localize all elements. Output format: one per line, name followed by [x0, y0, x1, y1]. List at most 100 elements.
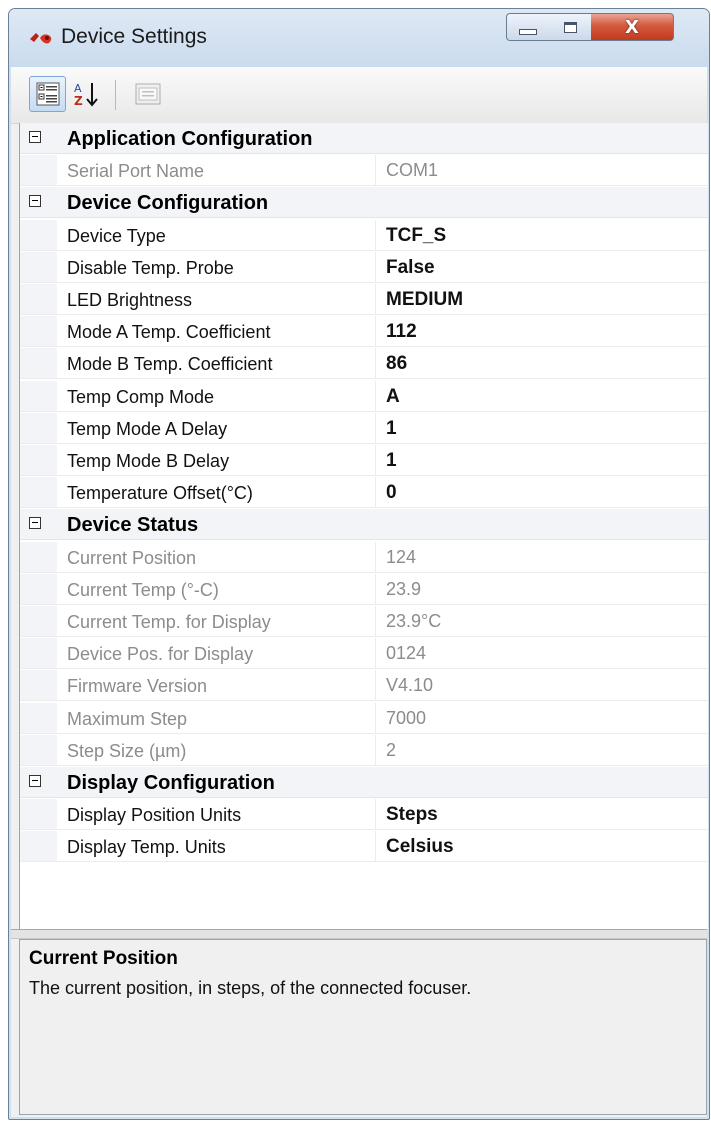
property-value: COM1 [386, 160, 439, 181]
property-row[interactable]: Display Temp. Units Celsius [20, 831, 708, 863]
column-divider[interactable] [375, 412, 376, 443]
property-value[interactable]: MEDIUM [386, 289, 463, 311]
collapse-icon[interactable] [29, 131, 41, 143]
help-panel: Current Position The current position, i… [19, 939, 707, 1115]
property-value: 124 [386, 546, 417, 567]
property-name: Device Type [67, 225, 166, 246]
close-icon: X [625, 16, 639, 38]
property-row[interactable]: Display Position Units Steps [20, 799, 708, 831]
minimize-button[interactable] [506, 13, 550, 41]
property-name: Display Temp. Units [67, 837, 226, 858]
row-margin [20, 316, 57, 347]
column-divider[interactable] [375, 638, 376, 669]
collapse-icon[interactable] [29, 195, 41, 208]
category-row[interactable]: Application Configuration [20, 123, 708, 154]
property-name: LED Brightness [67, 290, 193, 310]
category-row[interactable]: Device Configuration [20, 187, 708, 219]
title-bar[interactable]: Device Settings X [9, 9, 709, 67]
property-row[interactable]: Disable Temp. Probe False [20, 251, 708, 283]
property-name: Temperature Offset(°C) [67, 483, 253, 504]
property-name: Maximum Step [67, 708, 188, 729]
property-value[interactable]: 112 [386, 321, 417, 343]
column-divider[interactable] [375, 670, 376, 701]
client-area: A Z Application Configuration Serial Port… [11, 67, 708, 1117]
property-row[interactable]: Temp Mode B Delay 1 [20, 445, 708, 476]
property-value[interactable]: 1 [386, 450, 397, 472]
property-row[interactable]: Temperature Offset(°C) 0 [20, 477, 708, 509]
column-divider[interactable] [375, 251, 376, 282]
row-margin [20, 670, 57, 701]
category-row[interactable]: Device Status [20, 509, 708, 541]
category-row[interactable]: Display Configuration [20, 767, 708, 798]
property-name: Display Position Units [67, 805, 242, 826]
property-row[interactable]: Mode A Temp. Coefficient 112 [20, 316, 708, 348]
column-divider[interactable] [375, 445, 376, 475]
column-divider[interactable] [375, 316, 376, 347]
toolbar-separator [115, 80, 116, 110]
property-row[interactable]: Step Size (µm) 2 [20, 734, 708, 766]
categorized-view-icon [36, 82, 59, 106]
column-divider[interactable] [375, 831, 376, 862]
category-label: Device Configuration [67, 192, 269, 215]
property-name: Current Temp. for Display [67, 612, 271, 632]
alphabetical-sort-button[interactable]: A Z [68, 76, 105, 112]
collapse-icon[interactable] [29, 517, 41, 530]
property-name: Device Pos. for Display [67, 644, 254, 665]
row-margin [20, 251, 57, 282]
collapse-icon[interactable] [29, 775, 41, 787]
row-margin [20, 284, 57, 314]
column-divider[interactable] [375, 573, 376, 604]
maximize-button[interactable] [549, 13, 592, 41]
property-name: Temp Mode B Delay [67, 451, 230, 471]
property-value[interactable]: 1 [386, 418, 397, 440]
column-divider[interactable] [375, 219, 376, 250]
property-name: Disable Temp. Probe [67, 257, 234, 278]
property-value: 23.9°C [386, 611, 442, 631]
column-divider[interactable] [375, 477, 376, 508]
property-value[interactable]: A [386, 386, 400, 408]
column-divider[interactable] [375, 380, 376, 411]
property-name: Serial Port Name [67, 161, 205, 182]
property-row[interactable]: Firmware Version V4.10 [20, 670, 708, 702]
property-name: Mode B Temp. Coefficient [67, 354, 273, 375]
column-divider[interactable] [375, 541, 376, 572]
property-row[interactable]: Mode B Temp. Coefficient 86 [20, 348, 708, 380]
property-value[interactable]: TCF_S [386, 225, 446, 247]
row-margin [20, 380, 57, 411]
property-row[interactable]: Current Temp. for Display 23.9°C [20, 606, 708, 637]
property-value[interactable]: Steps [386, 804, 438, 826]
property-value[interactable]: Celsius [386, 836, 454, 858]
column-divider[interactable] [375, 734, 376, 765]
property-row[interactable]: Temp Mode A Delay 1 [20, 412, 708, 444]
property-value[interactable]: 0 [386, 482, 397, 504]
alphabetical-sort-icon: A Z [74, 82, 98, 108]
property-row[interactable]: Temp Comp Mode A [20, 380, 708, 412]
row-margin [20, 799, 57, 830]
column-divider[interactable] [375, 606, 376, 636]
property-name: Mode A Temp. Coefficient [67, 322, 271, 343]
row-margin [20, 219, 57, 250]
property-row[interactable]: Serial Port Name COM1 [20, 155, 708, 187]
close-button[interactable]: X [591, 13, 674, 41]
column-divider[interactable] [375, 799, 376, 830]
property-row[interactable]: Current Temp (°-C) 23.9 [20, 573, 708, 605]
property-row[interactable]: Maximum Step 7000 [20, 702, 708, 734]
property-row[interactable]: Device Type TCF_S [20, 219, 708, 251]
categorized-view-button[interactable] [29, 76, 66, 112]
column-divider[interactable] [375, 155, 376, 186]
column-divider[interactable] [375, 284, 376, 314]
category-label: Display Configuration [67, 772, 275, 794]
property-row[interactable]: LED Brightness MEDIUM [20, 284, 708, 315]
category-label: Device Status [67, 514, 199, 537]
property-value[interactable]: False [386, 257, 435, 279]
property-pages-button[interactable] [129, 76, 166, 112]
column-divider[interactable] [375, 702, 376, 733]
column-divider[interactable] [375, 348, 376, 379]
property-row[interactable]: Device Pos. for Display 0124 [20, 638, 708, 670]
property-value[interactable]: 86 [386, 353, 407, 375]
property-grid: Application Configuration Serial Port Nam… [19, 123, 708, 929]
row-margin [20, 831, 57, 862]
help-splitter[interactable] [11, 929, 707, 939]
row-margin [20, 734, 57, 765]
property-row[interactable]: Current Position 124 [20, 541, 708, 573]
